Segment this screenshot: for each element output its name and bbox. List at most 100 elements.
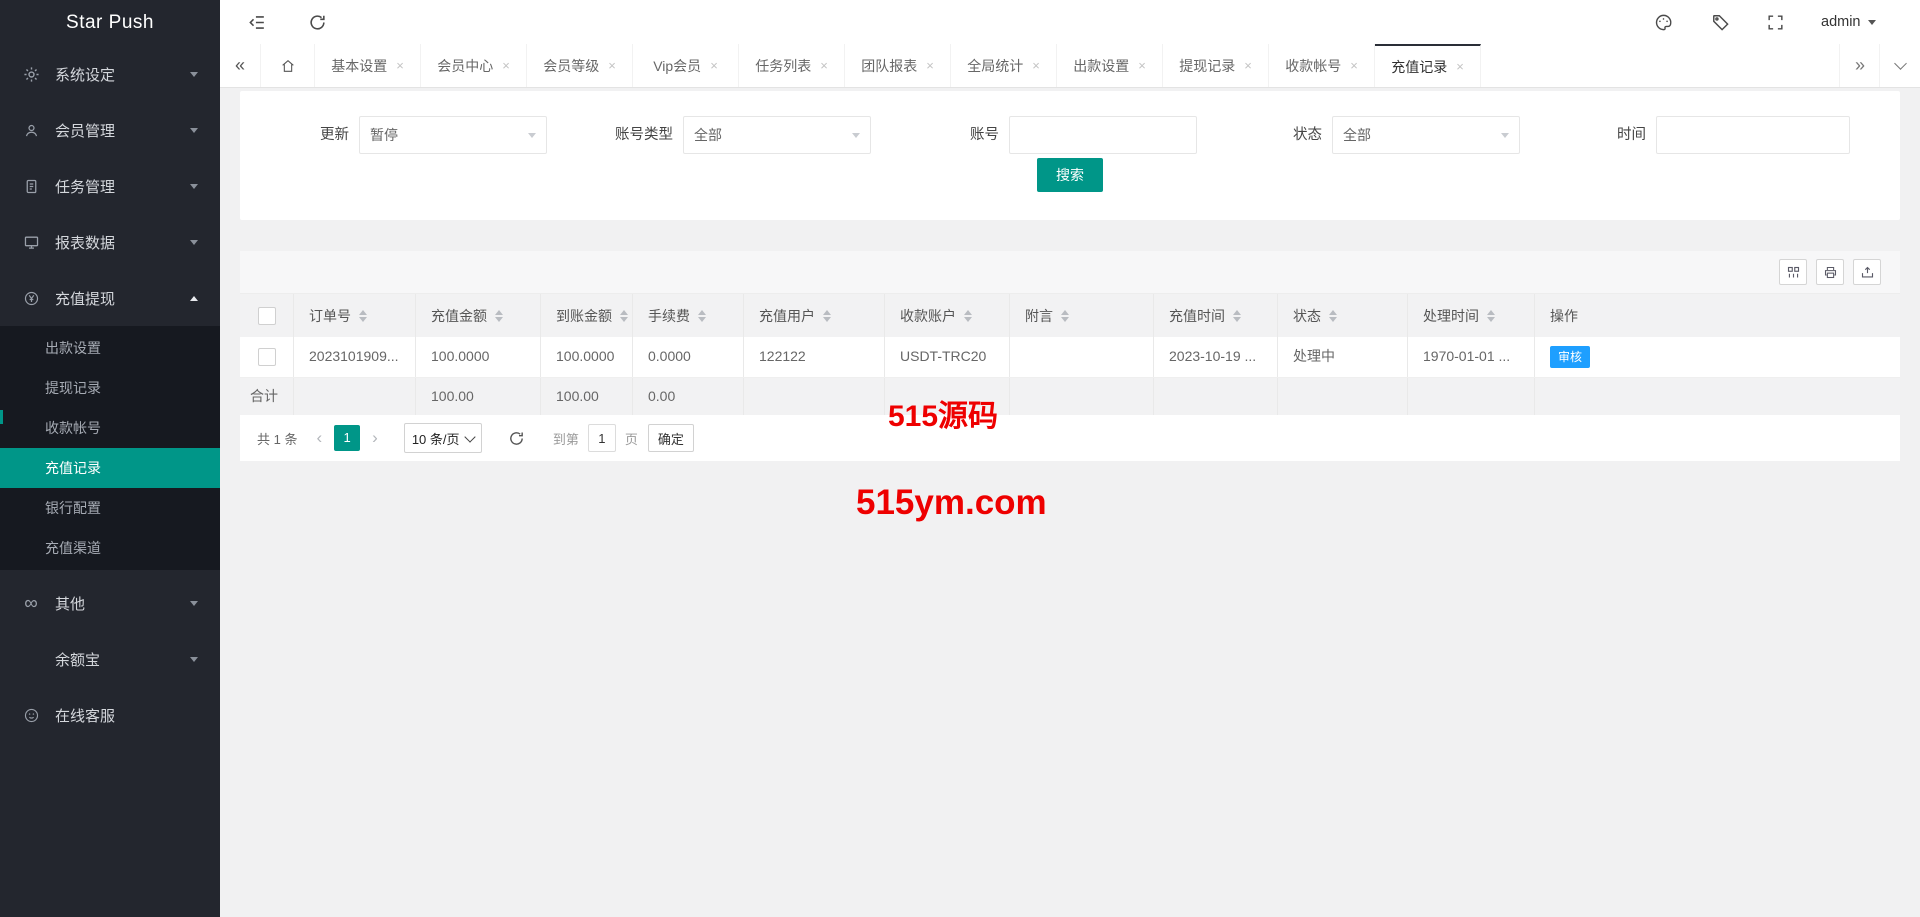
current-page-button[interactable]: 1 (334, 425, 361, 451)
header-cell-recharge-user[interactable]: 充值用户 (744, 294, 885, 337)
fullscreen-icon[interactable] (1766, 13, 1785, 32)
user-icon (22, 121, 40, 139)
account-type-select[interactable]: 全部 (683, 116, 871, 154)
tab-vip-member[interactable]: Vip会员 (633, 44, 739, 87)
sort-icon[interactable] (495, 309, 503, 322)
tab-member-center[interactable]: 会员中心 (421, 44, 527, 87)
sidebar-item-member-management[interactable]: 会员管理 (0, 102, 220, 158)
tab-recharge-records[interactable]: 充值记录 (1375, 44, 1481, 87)
header-cell-order-no[interactable]: 订单号 (294, 294, 416, 337)
close-icon[interactable] (1350, 58, 1358, 73)
sort-icon[interactable] (1233, 309, 1241, 322)
tabs-menu-icon[interactable] (1879, 44, 1920, 87)
next-page-icon[interactable] (372, 428, 378, 448)
close-icon[interactable] (820, 58, 828, 73)
row-cell-arrival-amount: 100.0000 (541, 337, 633, 377)
row-cell-memo (1010, 337, 1154, 377)
total-cell-recharge-amount: 100.00 (416, 378, 541, 415)
tag-icon[interactable] (1711, 13, 1730, 32)
sidebar-item-recharge-withdraw[interactable]: 充值提现 (0, 270, 220, 326)
tab-global-stats[interactable]: 全局统计 (951, 44, 1057, 87)
tab-member-level[interactable]: 会员等级 (527, 44, 633, 87)
update-select[interactable]: 暂停 (359, 116, 547, 154)
sidebar-item-system-settings[interactable]: 系统设定 (0, 46, 220, 102)
sort-icon[interactable] (620, 309, 628, 322)
sidebar-item-yuebao[interactable]: 余额宝 (0, 631, 220, 687)
caret-down-icon (1501, 132, 1509, 138)
user-menu[interactable]: admin (1821, 0, 1876, 44)
sidebar-item-label: 系统设定 (55, 66, 116, 84)
close-icon[interactable] (502, 58, 510, 73)
tab-payout-settings[interactable]: 出款设置 (1057, 44, 1163, 87)
filter-label-status: 状态 (1293, 127, 1322, 143)
export-icon[interactable] (1853, 259, 1881, 285)
goto-page-input[interactable] (587, 424, 616, 452)
row-cell-order-no: 2023101909... (294, 337, 416, 377)
chevron-down-icon (1893, 57, 1907, 70)
gear-icon (22, 65, 40, 83)
tab-withdraw-records[interactable]: 提现记录 (1163, 44, 1269, 87)
refresh-icon[interactable] (508, 430, 525, 447)
sort-icon[interactable] (359, 309, 367, 322)
sort-icon[interactable] (1329, 309, 1337, 322)
sidebar-item-receive-accounts[interactable]: 收款帐号 (0, 408, 220, 448)
page-unit-label: 页 (624, 431, 638, 447)
palette-icon[interactable] (1654, 13, 1673, 32)
tab-task-list[interactable]: 任务列表 (739, 44, 845, 87)
page-size-select[interactable]: 10 条/页 (403, 423, 482, 453)
columns-icon[interactable] (1779, 259, 1807, 285)
close-icon[interactable] (1456, 59, 1464, 74)
sort-icon[interactable] (698, 309, 706, 322)
print-icon[interactable] (1816, 259, 1844, 285)
close-icon[interactable] (396, 58, 404, 73)
topbar: admin (220, 0, 1920, 45)
refresh-icon[interactable] (308, 13, 327, 32)
tab-receive-accounts[interactable]: 收款帐号 (1269, 44, 1375, 87)
prev-page-icon[interactable] (316, 428, 322, 448)
sidebar-item-recharge-records[interactable]: 充值记录 (0, 448, 220, 488)
row-checkbox[interactable] (257, 348, 276, 366)
select-all-checkbox[interactable] (257, 306, 276, 325)
sort-icon[interactable] (1487, 309, 1495, 322)
header-cell-fee[interactable]: 手续费 (633, 294, 744, 337)
sidebar-item-bank-config[interactable]: 银行配置 (0, 488, 220, 528)
collapse-left-icon[interactable] (220, 44, 261, 87)
sidebar-item-task-management[interactable]: 任务管理 (0, 158, 220, 214)
header-cell-status[interactable]: 状态 (1278, 294, 1408, 337)
sidebar-item-payout-settings[interactable]: 出款设置 (0, 328, 220, 368)
header-cell-receive-account[interactable]: 收款账户 (885, 294, 1010, 337)
audit-button[interactable]: 审核 (1550, 346, 1591, 368)
close-icon[interactable] (1032, 58, 1040, 73)
search-button[interactable]: 搜索 (1037, 158, 1103, 192)
status-select[interactable]: 全部 (1332, 116, 1520, 154)
header-cell-recharge-time[interactable]: 充值时间 (1154, 294, 1278, 337)
sort-icon[interactable] (823, 309, 831, 322)
close-icon[interactable] (1138, 58, 1146, 73)
header-cell-recharge-amount[interactable]: 充值金额 (416, 294, 541, 337)
sort-icon[interactable] (1061, 309, 1069, 322)
close-icon[interactable] (926, 58, 934, 73)
sidebar-item-other[interactable]: 其他 (0, 575, 220, 631)
tab-team-report[interactable]: 团队报表 (845, 44, 951, 87)
menu-fold-icon[interactable] (248, 13, 267, 32)
sidebar-item-recharge-channels[interactable]: 充值渠道 (0, 528, 220, 568)
tab-basic-settings[interactable]: 基本设置 (315, 44, 421, 87)
home-icon[interactable] (261, 44, 315, 87)
account-input[interactable] (1010, 117, 1196, 153)
close-icon[interactable] (1244, 58, 1252, 73)
header-cell-process-time[interactable]: 处理时间 (1408, 294, 1535, 337)
header-cell-memo[interactable]: 附言 (1010, 294, 1154, 337)
sidebar-item-withdraw-records[interactable]: 提现记录 (0, 368, 220, 408)
close-icon[interactable] (608, 58, 616, 73)
time-input[interactable] (1657, 117, 1849, 153)
sidebar-item-online-service[interactable]: 在线客服 (0, 687, 220, 743)
tabs-overflow-icon[interactable] (1839, 44, 1880, 87)
chevron-down-icon (190, 183, 198, 189)
sidebar-item-report-data[interactable]: 报表数据 (0, 214, 220, 270)
confirm-page-button[interactable]: 确定 (647, 424, 694, 452)
total-cell-empty (1535, 378, 1900, 415)
sort-icon[interactable] (964, 309, 972, 322)
close-icon[interactable] (710, 58, 718, 73)
sidebar-item-label: 余额宝 (55, 651, 101, 669)
header-cell-arrival-amount[interactable]: 到账金额 (541, 294, 633, 337)
